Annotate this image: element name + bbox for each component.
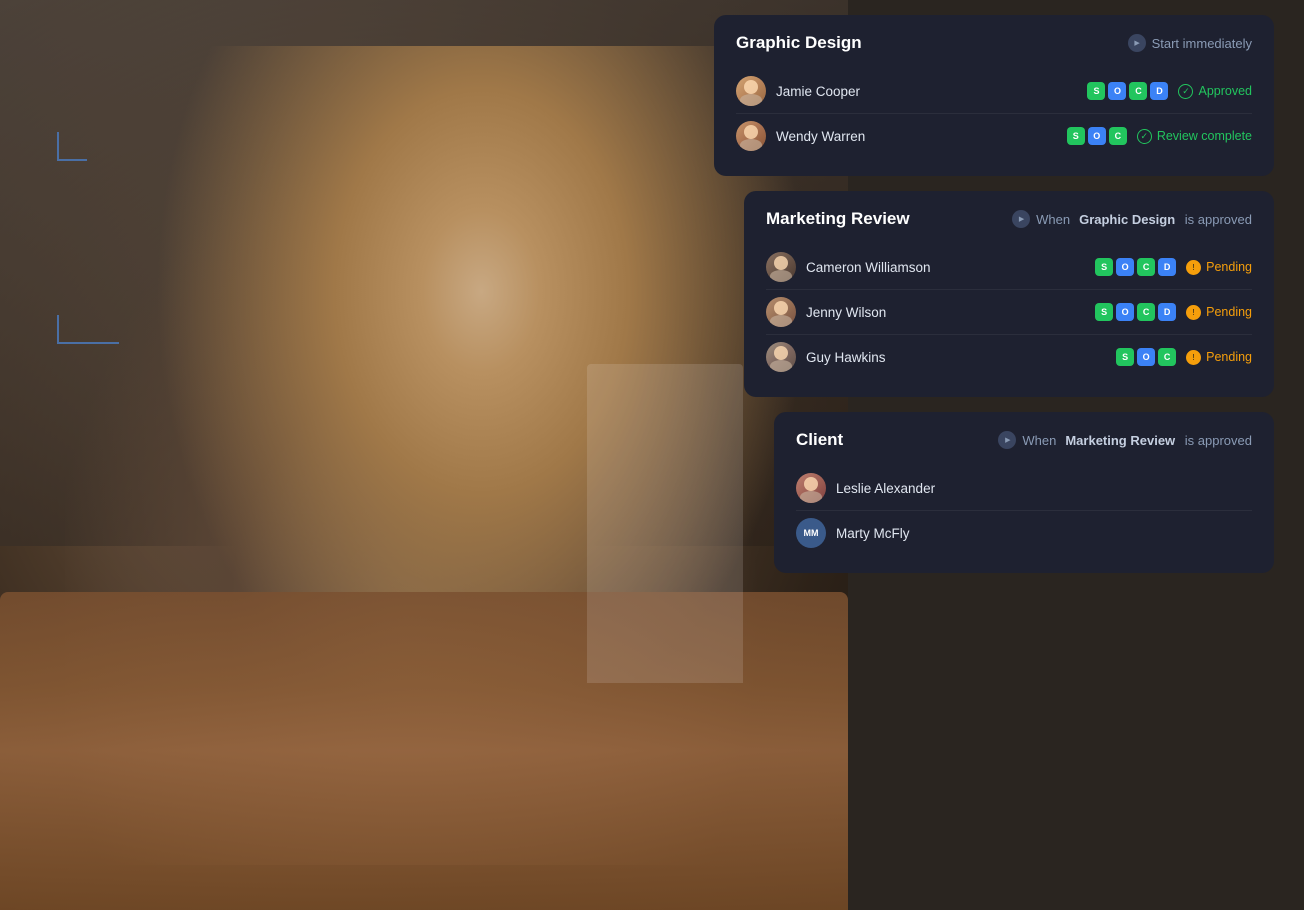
tag-c-cameron: C — [1137, 258, 1155, 276]
tag-d-jamie: D — [1150, 82, 1168, 100]
trigger-text-gd: Start immediately — [1152, 36, 1252, 51]
tags-jenny: S O C D — [1095, 303, 1176, 321]
person-name-jenny: Jenny Wilson — [806, 305, 886, 320]
tags-jamie: S O C D — [1087, 82, 1168, 100]
tags-cameron: S O C D — [1095, 258, 1176, 276]
person-row-leslie: Leslie Alexander — [796, 466, 1252, 510]
cards-container: Graphic Design Start immediately Jamie C… — [654, 0, 1304, 910]
person-name-leslie: Leslie Alexander — [836, 481, 935, 496]
tag-s-jenny: S — [1095, 303, 1113, 321]
person-name-marty: Marty McFly — [836, 526, 910, 541]
tag-o-jenny: O — [1116, 303, 1134, 321]
person-left-wendy: Wendy Warren — [736, 121, 865, 151]
tag-o-wendy: O — [1088, 127, 1106, 145]
trigger-when-client: When — [1022, 433, 1056, 448]
tag-o-cameron: O — [1116, 258, 1134, 276]
avatar-initials-marty: MM — [804, 528, 819, 538]
tag-d-jenny: D — [1158, 303, 1176, 321]
person-name-jamie: Jamie Cooper — [776, 84, 860, 99]
tag-s-wendy: S — [1067, 127, 1085, 145]
person-left-jenny: Jenny Wilson — [766, 297, 886, 327]
status-icon-cameron: ! — [1186, 260, 1201, 275]
connector-horizontal-2 — [57, 342, 119, 344]
person-left-cameron: Cameron Williamson — [766, 252, 931, 282]
avatar-jenny — [766, 297, 796, 327]
card-title-marketing-review: Marketing Review — [766, 209, 910, 229]
tag-d-cameron: D — [1158, 258, 1176, 276]
person-row-jenny: Jenny Wilson S O C D ! Pending — [766, 289, 1252, 334]
person-row-cameron: Cameron Williamson S O C D ! Pending — [766, 245, 1252, 289]
person-name-wendy: Wendy Warren — [776, 129, 865, 144]
avatar-jamie — [736, 76, 766, 106]
card-trigger-client: When Marketing Review is approved — [998, 431, 1252, 449]
status-text-jenny: Pending — [1206, 305, 1252, 319]
person-left-jamie: Jamie Cooper — [736, 76, 860, 106]
tag-o-guy: O — [1137, 348, 1155, 366]
person-row-guy: Guy Hawkins S O C ! Pending — [766, 334, 1252, 379]
card-graphic-design: Graphic Design Start immediately Jamie C… — [714, 15, 1274, 176]
avatar-cameron — [766, 252, 796, 282]
connector-line-2 — [57, 315, 59, 343]
card-header-graphic-design: Graphic Design Start immediately — [736, 33, 1252, 53]
avatar-marty: MM — [796, 518, 826, 548]
card-trigger-marketing-review: When Graphic Design is approved — [1012, 210, 1252, 228]
connector-line-1 — [57, 132, 59, 160]
person-right-guy: S O C ! Pending — [1116, 348, 1252, 366]
person-left-marty: MM Marty McFly — [796, 518, 910, 548]
tag-c-jamie: C — [1129, 82, 1147, 100]
person-row-marty: MM Marty McFly — [796, 510, 1252, 555]
status-text-jamie: Approved — [1198, 84, 1252, 98]
status-icon-jenny: ! — [1186, 305, 1201, 320]
trigger-when-mr: When — [1036, 212, 1070, 227]
status-jenny: ! Pending — [1186, 305, 1252, 320]
person-left-guy: Guy Hawkins — [766, 342, 886, 372]
status-text-wendy: Review complete — [1157, 129, 1252, 143]
trigger-bold-client: Marketing Review — [1065, 433, 1175, 448]
tags-wendy: S O C — [1067, 127, 1127, 145]
person-right-jenny: S O C D ! Pending — [1095, 303, 1252, 321]
connector-horizontal-1 — [57, 159, 87, 161]
person-row-jamie: Jamie Cooper S O C D ✓ Approved — [736, 69, 1252, 113]
person-right-jamie: S O C D ✓ Approved — [1087, 82, 1252, 100]
play-icon-mr — [1012, 210, 1030, 228]
tag-s-jamie: S — [1087, 82, 1105, 100]
status-icon-wendy: ✓ — [1137, 129, 1152, 144]
tag-c-guy: C — [1158, 348, 1176, 366]
play-icon-client — [998, 431, 1016, 449]
trigger-bold-mr: Graphic Design — [1079, 212, 1175, 227]
person-row-wendy: Wendy Warren S O C ✓ Review complete — [736, 113, 1252, 158]
card-header-marketing-review: Marketing Review When Graphic Design is … — [766, 209, 1252, 229]
person-name-guy: Guy Hawkins — [806, 350, 886, 365]
tags-guy: S O C — [1116, 348, 1176, 366]
status-text-cameron: Pending — [1206, 260, 1252, 274]
card-client: Client When Marketing Review is approved… — [774, 412, 1274, 573]
status-cameron: ! Pending — [1186, 260, 1252, 275]
status-jamie: ✓ Approved — [1178, 84, 1252, 99]
status-wendy: ✓ Review complete — [1137, 129, 1252, 144]
card-marketing-review: Marketing Review When Graphic Design is … — [744, 191, 1274, 397]
card-title-client: Client — [796, 430, 843, 450]
person-name-cameron: Cameron Williamson — [806, 260, 931, 275]
card-trigger-graphic-design: Start immediately — [1128, 34, 1252, 52]
person-left-leslie: Leslie Alexander — [796, 473, 935, 503]
avatar-leslie — [796, 473, 826, 503]
tag-o-jamie: O — [1108, 82, 1126, 100]
status-guy: ! Pending — [1186, 350, 1252, 365]
tag-c-jenny: C — [1137, 303, 1155, 321]
card-title-graphic-design: Graphic Design — [736, 33, 862, 53]
tag-c-wendy: C — [1109, 127, 1127, 145]
card-header-client: Client When Marketing Review is approved — [796, 430, 1252, 450]
avatar-wendy — [736, 121, 766, 151]
person-right-wendy: S O C ✓ Review complete — [1067, 127, 1252, 145]
status-icon-jamie: ✓ — [1178, 84, 1193, 99]
person-right-cameron: S O C D ! Pending — [1095, 258, 1252, 276]
status-text-guy: Pending — [1206, 350, 1252, 364]
trigger-suffix-mr: is approved — [1181, 212, 1252, 227]
play-icon-gd — [1128, 34, 1146, 52]
trigger-suffix-client: is approved — [1181, 433, 1252, 448]
tag-s-cameron: S — [1095, 258, 1113, 276]
status-icon-guy: ! — [1186, 350, 1201, 365]
tag-s-guy: S — [1116, 348, 1134, 366]
avatar-guy — [766, 342, 796, 372]
